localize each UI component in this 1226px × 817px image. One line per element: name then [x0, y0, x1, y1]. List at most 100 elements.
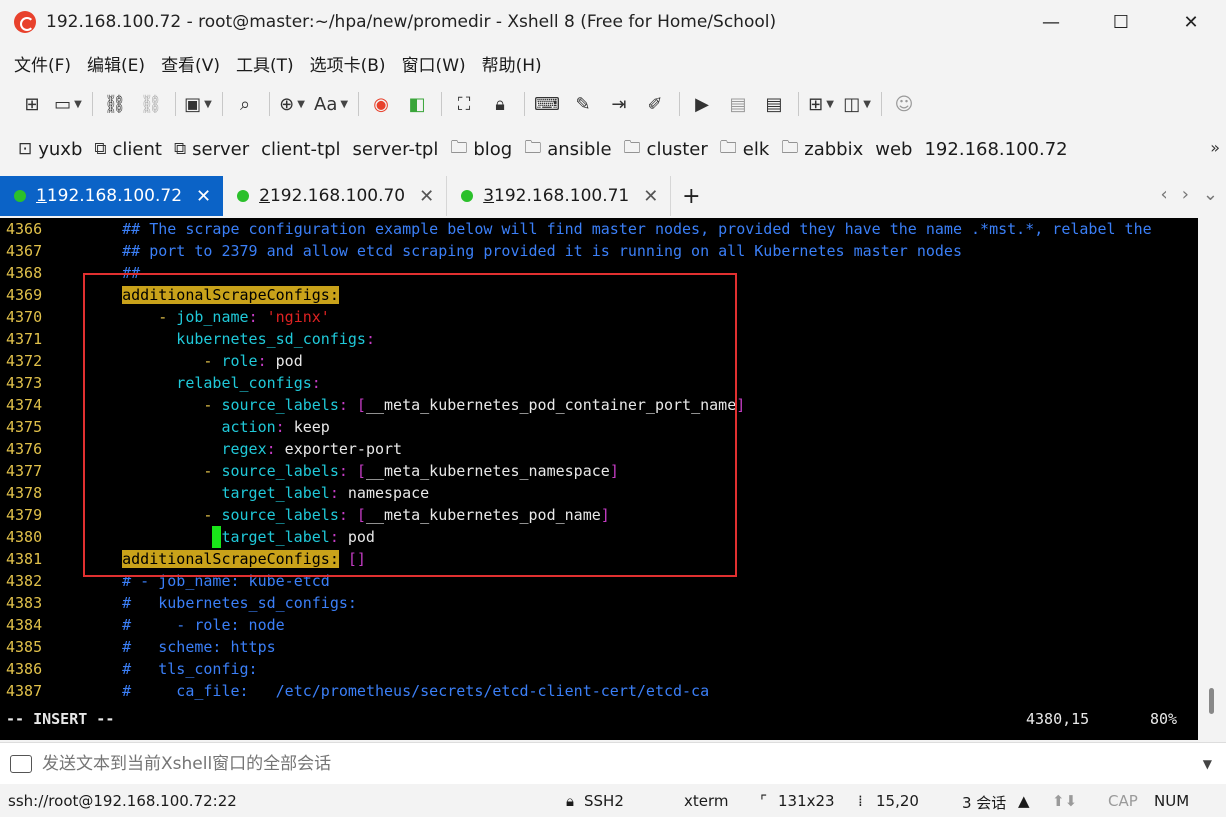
code-token: [	[347, 506, 366, 524]
terminal-scrollbar[interactable]	[1198, 218, 1226, 740]
tab-label: 192.168.100.71	[494, 186, 630, 206]
menu-tab[interactable]: 选项卡(B)	[310, 51, 386, 76]
add-tab-button[interactable]: +	[671, 176, 711, 216]
session-count[interactable]: 3 会话	[962, 792, 1006, 813]
fullscreen-icon[interactable]: ⛶	[450, 88, 478, 120]
link-zabbix[interactable]: 🗀︎ zabbix	[781, 135, 863, 164]
chevron-down-icon[interactable]: ▼	[1203, 757, 1212, 771]
log-icon[interactable]: ▤	[724, 88, 752, 120]
compose-icon[interactable]	[10, 754, 32, 773]
toolbar: ⊞ ▭ ▼ ⛓ ⛓ ▣ ▼ ⌕ ⊕ ▼ Aa ▼ ◉ ◧ ⛶ 🔒︎ ⌨ ✎ ⇥ ✐ ▶ …	[0, 84, 1226, 124]
run-icon[interactable]: ▶	[688, 88, 716, 120]
vim-scroll-percent: 80%	[1150, 710, 1178, 728]
code-token: regex	[86, 440, 267, 458]
code-token: ]	[609, 462, 619, 480]
link-yuxb[interactable]: ⊡ yuxb	[18, 139, 82, 160]
keyboard-icon[interactable]: ⌨	[533, 88, 561, 120]
code-token: keep	[284, 418, 330, 436]
xftp-icon[interactable]: ◧	[403, 88, 431, 120]
more-links-icon[interactable]: »	[1210, 138, 1220, 157]
terminal-line: 4386 # tls_config:	[0, 658, 1198, 680]
minimize-icon[interactable]: —	[1016, 0, 1086, 44]
maximize-icon[interactable]: ☐	[1086, 0, 1156, 44]
folder-icon: 🗀︎	[450, 137, 468, 158]
session-tab-bar: 1 192.168.100.72 ✕ 2 192.168.100.70 ✕ 3 …	[0, 174, 1226, 216]
caret-up-icon[interactable]: ▲	[1018, 792, 1030, 810]
reconnect-icon[interactable]: ⛓	[137, 88, 165, 120]
script-icon[interactable]: ✐	[641, 88, 669, 120]
scrollbar-thumb[interactable]	[1209, 688, 1214, 714]
properties-icon[interactable]: ▣ ▼	[184, 88, 212, 120]
find-icon[interactable]: ⌕	[231, 88, 259, 120]
tab-session-3[interactable]: 3 192.168.100.71 ✕	[447, 176, 672, 216]
line-number: 4381	[6, 550, 43, 568]
tab-session-1[interactable]: 1 192.168.100.72 ✕	[0, 176, 224, 216]
link-cluster[interactable]: 🗀︎ cluster	[624, 135, 708, 164]
link-elk[interactable]: 🗀︎ elk	[720, 135, 770, 164]
xshell-app-icon	[14, 11, 36, 33]
link-client-tpl[interactable]: client-tpl	[261, 139, 340, 160]
link-ansible[interactable]: 🗀︎ ansible	[524, 135, 611, 164]
link-host[interactable]: 192.168.100.72	[924, 139, 1067, 160]
code-token: target_label	[86, 484, 330, 502]
terminal-line: 4382 # - job_name: kube-etcd	[0, 570, 1198, 592]
menu-tools[interactable]: 工具(T)	[236, 51, 294, 76]
toolbar-divider	[269, 92, 270, 116]
tab-session-2[interactable]: 2 192.168.100.70 ✕	[223, 176, 448, 216]
new-session-icon[interactable]: ⊞	[18, 88, 46, 120]
folder-icon: 🗀︎	[781, 137, 799, 158]
close-icon[interactable]: ✕	[419, 186, 434, 207]
code-token: source_labels	[212, 506, 339, 524]
window-title: 192.168.100.72 - root@master:~/hpa/new/p…	[46, 12, 777, 32]
menu-file[interactable]: 文件(F)	[14, 51, 71, 76]
compose-icon[interactable]: ✎	[569, 88, 597, 120]
xshell-icon[interactable]: ◉	[367, 88, 395, 120]
code-token: # tls_config:	[86, 660, 258, 678]
code-token: __meta_kubernetes_namespace	[365, 462, 610, 480]
font-icon[interactable]: Aa ▼	[314, 88, 348, 120]
toolbar-divider	[679, 92, 681, 116]
layout-icon[interactable]: ◫ ▼	[843, 88, 871, 120]
chevron-right-icon[interactable]: ›	[1182, 184, 1189, 205]
code-token: source_labels	[212, 462, 339, 480]
disconnect-icon[interactable]: ⛓	[101, 88, 129, 120]
chat-icon[interactable]: ☺	[890, 88, 918, 120]
open-folder-icon[interactable]: ▭ ▼	[54, 88, 82, 120]
send-to-all-input[interactable]	[42, 753, 1142, 774]
toolbar-divider	[175, 92, 176, 116]
chevron-left-icon[interactable]: ‹	[1161, 184, 1168, 205]
menu-window[interactable]: 窗口(W)	[402, 51, 466, 76]
code-token: role	[212, 352, 258, 370]
code-token: :	[266, 440, 276, 458]
terminal-line: 4370 - job_name: 'nginx'	[0, 306, 1198, 328]
close-icon[interactable]: ✕	[196, 186, 211, 207]
terminal-view[interactable]: 4366 ## The scrape configuration example…	[0, 218, 1198, 740]
transfer-icon[interactable]: ⇥	[605, 88, 633, 120]
globe-icon[interactable]: ⊕ ▼	[278, 88, 306, 120]
vim-cursor-position: 4380,15	[1026, 710, 1090, 728]
add-tab-icon[interactable]: ⊞ ▼	[807, 88, 835, 120]
line-number: 4380	[6, 528, 43, 546]
notes-icon[interactable]: ▤	[760, 88, 788, 120]
menu-edit[interactable]: 编辑(E)	[87, 51, 145, 76]
terminal-line: 4376 regex: exporter-port	[0, 438, 1198, 460]
close-icon[interactable]: ✕	[643, 186, 658, 207]
lock-icon[interactable]: 🔒︎	[486, 88, 514, 120]
menu-view[interactable]: 查看(V)	[161, 51, 220, 76]
link-client[interactable]: ⧉ client	[94, 139, 162, 160]
code-token: ## The scrape configuration example belo…	[86, 220, 1152, 238]
link-label: elk	[742, 138, 770, 160]
terminal-line: 4369 additionalScrapeConfigs:	[0, 284, 1198, 306]
link-server[interactable]: ⧉ server	[174, 139, 249, 160]
chevron-down-icon[interactable]: ⌄	[1203, 184, 1218, 205]
link-blog[interactable]: 🗀︎ blog	[450, 135, 512, 164]
menu-help[interactable]: 帮助(H)	[482, 51, 542, 76]
link-web[interactable]: web	[875, 139, 912, 160]
close-icon[interactable]: ✕	[1156, 0, 1226, 44]
terminal-line: 4387 # ca_file: /etc/prometheus/secrets/…	[0, 680, 1198, 702]
link-server-tpl[interactable]: server-tpl	[353, 139, 439, 160]
link-label: blog	[473, 138, 513, 160]
tab-number: 1	[36, 186, 47, 206]
